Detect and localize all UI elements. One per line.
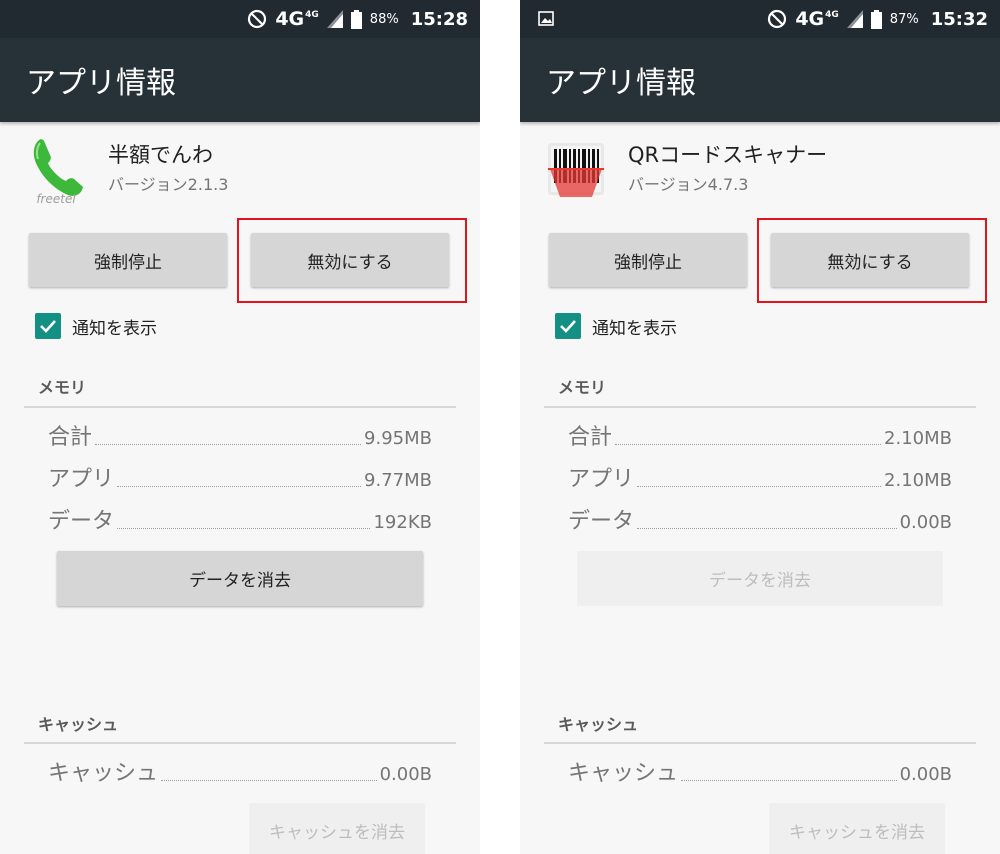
stat-value: 192KB (373, 512, 432, 533)
show-notifications-label: 通知を表示 (72, 318, 157, 339)
battery-icon (870, 9, 882, 29)
stat-label: アプリ (568, 467, 635, 492)
cache-section-header: キャッシュ (558, 715, 639, 734)
clock: 15:28 (410, 8, 468, 30)
app-name: QRコードスキャナー (628, 143, 828, 167)
force-stop-button[interactable]: 強制停止 (549, 233, 747, 287)
dotted-leader (615, 444, 882, 445)
app-version: バージョン4.7.3 (628, 175, 749, 194)
svg-text:freetel: freetel (36, 192, 76, 205)
barcode-icon (548, 143, 604, 197)
highlight-box (237, 218, 467, 303)
cache-row: キャッシュ 0.00B (48, 757, 432, 787)
dotted-leader (637, 528, 897, 529)
signal-icon (326, 10, 343, 28)
force-stop-button[interactable]: 強制停止 (29, 233, 227, 287)
memory-row-data: データ 0.00B (568, 505, 952, 535)
dotted-leader (117, 486, 362, 487)
screen-hangaku-denwa: 4G 4G 88% 15:28 アプリ情報 freetel 半額でんわ バージョン… (0, 0, 480, 854)
memory-row-app: アプリ 2.10MB (568, 463, 952, 493)
clear-data-button[interactable]: データを消去 (57, 551, 423, 606)
do-not-disturb-icon (768, 9, 787, 29)
app-version: バージョン2.1.3 (108, 175, 229, 194)
stat-label: 合計 (48, 425, 93, 450)
dotted-leader (161, 780, 377, 781)
checkmark-icon (560, 320, 576, 333)
memory-row-total: 合計 9.95MB (48, 421, 432, 451)
memory-divider (544, 406, 976, 408)
cache-divider (544, 742, 976, 744)
stat-value: 9.95MB (364, 428, 432, 449)
page-title: アプリ情報 (26, 66, 176, 101)
stat-label: データ (48, 509, 115, 534)
page-title: アプリ情報 (546, 66, 696, 101)
stat-label: キャッシュ (48, 761, 159, 786)
memory-row-app: アプリ 9.77MB (48, 463, 432, 493)
memory-row-data: データ 192KB (48, 505, 432, 535)
show-notifications-checkbox[interactable] (35, 313, 61, 339)
signal-icon (846, 10, 863, 28)
stat-value: 2.10MB (884, 428, 952, 449)
app-bar: アプリ情報 (0, 38, 480, 122)
battery-percent: 87% (889, 11, 919, 27)
phone-icon: freetel (33, 139, 83, 205)
battery-percent: 88% (369, 11, 399, 27)
stat-label: キャッシュ (568, 761, 679, 786)
dotted-leader (681, 780, 897, 781)
cache-section-header: キャッシュ (38, 715, 119, 734)
show-notifications-checkbox[interactable] (555, 313, 581, 339)
network-indicator: 4G 4G (275, 8, 319, 30)
dotted-leader (117, 528, 371, 529)
dotted-leader (95, 444, 362, 445)
memory-row-total: 合計 2.10MB (568, 421, 952, 451)
stat-value: 0.00B (899, 512, 952, 533)
stat-label: データ (568, 509, 635, 534)
clear-cache-button[interactable]: キャッシュを消去 (769, 803, 945, 854)
memory-section-header: メモリ (38, 378, 87, 397)
stat-value: 9.77MB (364, 470, 432, 491)
do-not-disturb-icon (248, 9, 267, 29)
clear-cache-button[interactable]: キャッシュを消去 (249, 803, 425, 854)
app-name: 半額でんわ (108, 143, 213, 167)
cache-divider (24, 742, 456, 744)
dotted-leader (637, 486, 882, 487)
show-notifications-row[interactable]: 通知を表示 (35, 313, 157, 339)
memory-section-header: メモリ (558, 378, 607, 397)
cache-row: キャッシュ 0.00B (568, 757, 952, 787)
stat-value: 0.00B (379, 764, 432, 785)
battery-icon (350, 9, 362, 29)
app-bar: アプリ情報 (520, 38, 1000, 122)
stat-label: 合計 (568, 425, 613, 450)
status-bar: 4G 4G 88% 15:28 (0, 0, 480, 38)
stat-label: アプリ (48, 467, 115, 492)
clock: 15:32 (930, 8, 988, 30)
highlight-box (757, 218, 987, 303)
show-notifications-label: 通知を表示 (592, 318, 677, 339)
app-header: freetel 半額でんわ バージョン2.1.3 (28, 133, 448, 208)
stat-value: 2.10MB (884, 470, 952, 491)
status-bar: 4G 4G 87% 15:32 (520, 0, 1000, 38)
checkmark-icon (40, 320, 56, 333)
stat-value: 0.00B (899, 764, 952, 785)
clear-data-button[interactable]: データを消去 (577, 551, 943, 606)
network-indicator: 4G 4G (795, 8, 839, 30)
screen-qr-scanner: 4G 4G 87% 15:32 アプリ情報 QRコードスキャナー バージョン4.7… (520, 0, 1000, 854)
memory-divider (24, 406, 456, 408)
app-header: QRコードスキャナー バージョン4.7.3 (548, 133, 968, 208)
gallery-notification-icon (538, 11, 554, 26)
show-notifications-row[interactable]: 通知を表示 (555, 313, 677, 339)
